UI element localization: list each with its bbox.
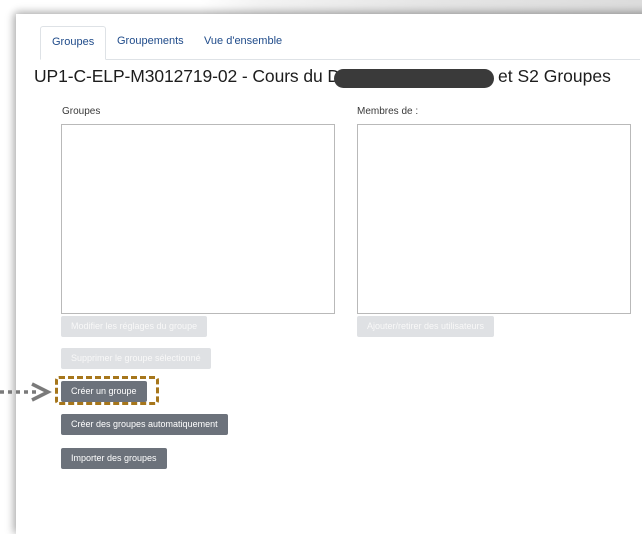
import-groups-button[interactable]: Importer des groupes	[61, 448, 167, 469]
members-label: Membres de :	[357, 106, 419, 117]
groups-page-panel: Groupes Groupements Vue d'ensemble UP1-C…	[16, 14, 642, 534]
add-remove-users-button[interactable]: Ajouter/retirer des utilisateurs	[357, 316, 495, 337]
auto-create-groups-button[interactable]: Créer des groupes automatiquement	[61, 414, 228, 435]
tab-vue-ensemble[interactable]: Vue d'ensemble	[193, 26, 293, 58]
members-listbox[interactable]	[357, 124, 631, 314]
tab-bar: Groupes Groupements Vue d'ensemble	[40, 26, 640, 60]
groups-listbox[interactable]	[61, 124, 335, 314]
tab-groupes[interactable]: Groupes	[40, 26, 107, 60]
delete-group-button[interactable]: Supprimer le groupe sélectionné	[61, 348, 211, 369]
tab-groupements[interactable]: Groupements	[106, 26, 195, 58]
page-title: UP1-C-ELP-M3012719-02 - Cours du Dr.	[34, 66, 350, 86]
redacted-name	[334, 69, 494, 88]
groups-label: Groupes	[62, 106, 101, 117]
highlight-box	[55, 376, 159, 405]
edit-group-settings-button[interactable]: Modifier les réglages du groupe	[61, 316, 208, 337]
pointer-arrow-icon	[0, 382, 52, 402]
page-title-suffix: et S2 Groupes	[498, 66, 611, 86]
